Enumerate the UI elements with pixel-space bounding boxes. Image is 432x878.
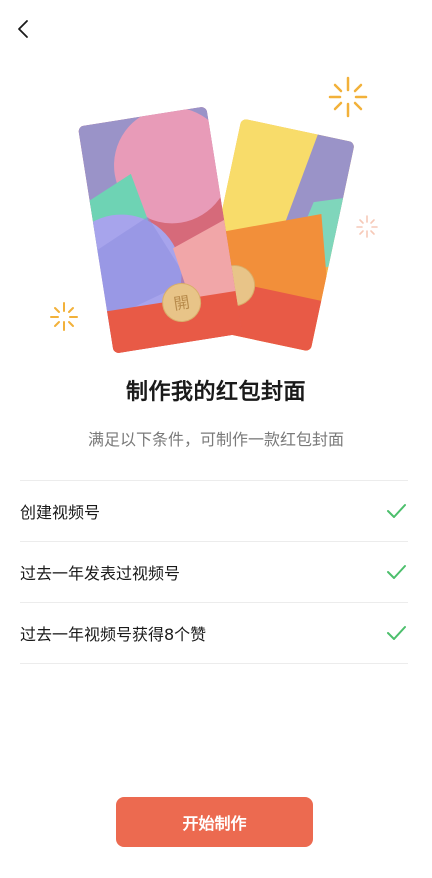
checkmark-icon — [384, 560, 408, 584]
condition-label: 过去一年视频号获得8个赞 — [20, 625, 207, 644]
condition-item: 过去一年视频号获得8个赞 — [20, 602, 408, 664]
sparkle-icon — [356, 215, 378, 238]
checkmark-icon — [384, 499, 408, 523]
sparkle-icon — [328, 76, 368, 118]
conditions-list: 创建视频号 过去一年发表过视频号 过去一年视频号获得8个赞 — [20, 480, 408, 664]
seal-text: 開 — [172, 292, 191, 313]
checkmark-icon — [384, 621, 408, 645]
back-button[interactable] — [10, 14, 38, 44]
condition-item: 过去一年发表过视频号 — [20, 541, 408, 602]
page-subtitle: 满足以下条件，可制作一款红包封面 — [87, 430, 344, 449]
chevron-left-icon — [18, 20, 28, 38]
start-create-button[interactable]: 开始制作 — [116, 797, 313, 847]
page-title: 制作我的红包封面 — [125, 380, 306, 405]
condition-label: 创建视频号 — [20, 503, 101, 522]
condition-label: 过去一年发表过视频号 — [20, 564, 181, 583]
red-packet-cover-illustration: 開 — [50, 76, 378, 354]
sparkle-icon — [50, 302, 78, 331]
front-cover-card: 開 — [77, 106, 243, 354]
condition-item: 创建视频号 — [20, 480, 408, 541]
